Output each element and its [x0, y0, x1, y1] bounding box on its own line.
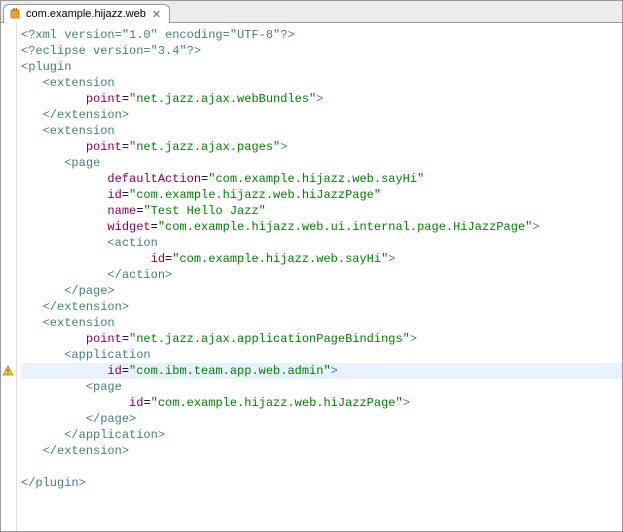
code-line: defaultAction="com.example.hijazz.web.sa…: [21, 171, 622, 187]
code-line: </application>: [21, 427, 622, 443]
tab-title: com.example.hijazz.web: [26, 8, 146, 20]
code-line: </plugin>: [21, 475, 622, 491]
code-line: id="com.ibm.team.app.web.admin">: [21, 363, 622, 379]
code-line: </extension>: [21, 299, 622, 315]
code-line: <page: [21, 155, 622, 171]
tab-bar: com.example.hijazz.web ✕: [1, 1, 622, 23]
plugin-icon: [8, 7, 22, 21]
code-line: </action>: [21, 267, 622, 283]
code-line: <extension: [21, 75, 622, 91]
code-line: widget="com.example.hijazz.web.ui.intern…: [21, 219, 622, 235]
code-line: <action: [21, 235, 622, 251]
code-line: id="com.example.hijazz.web.sayHi">: [21, 251, 622, 267]
code-line: <?eclipse version="3.4"?>: [21, 43, 622, 59]
code-line: id="com.example.hijazz.web.hiJazzPage": [21, 187, 622, 203]
code-line: name="Test Hello Jazz": [21, 203, 622, 219]
close-icon[interactable]: ✕: [150, 8, 163, 21]
code-line: id="com.example.hijazz.web.hiJazzPage">: [21, 395, 622, 411]
code-line: point="net.jazz.ajax.applicationPageBind…: [21, 331, 622, 347]
code-line: point="net.jazz.ajax.pages">: [21, 139, 622, 155]
code-line: </extension>: [21, 443, 622, 459]
editor-window: com.example.hijazz.web ✕ <?xml version="…: [0, 0, 623, 532]
code-line: <extension: [21, 123, 622, 139]
editor-body: <?xml version="1.0" encoding="UTF-8"?><?…: [1, 23, 622, 531]
code-area[interactable]: <?xml version="1.0" encoding="UTF-8"?><?…: [17, 23, 622, 531]
code-line: <plugin: [21, 59, 622, 75]
code-line: <page: [21, 379, 622, 395]
gutter: [1, 23, 17, 531]
code-line: <application: [21, 347, 622, 363]
code-line: </extension>: [21, 107, 622, 123]
code-line: </page>: [21, 411, 622, 427]
code-line: [21, 459, 622, 475]
code-line: </page>: [21, 283, 622, 299]
code-line: <?xml version="1.0" encoding="UTF-8"?>: [21, 27, 622, 43]
code-line: <extension: [21, 315, 622, 331]
editor-tab[interactable]: com.example.hijazz.web ✕: [3, 4, 170, 23]
code-line: point="net.jazz.ajax.webBundles">: [21, 91, 622, 107]
warning-icon: [2, 365, 14, 377]
